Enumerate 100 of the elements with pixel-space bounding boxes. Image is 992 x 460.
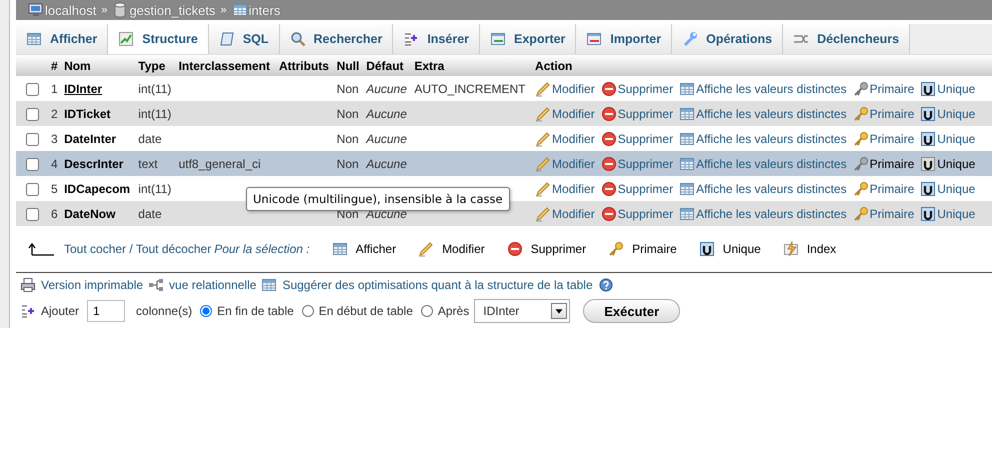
breadcrumb-link[interactable]: localhost (45, 2, 96, 18)
action-link[interactable]: Primaire (852, 156, 914, 172)
action-link[interactable]: Primaire (852, 206, 914, 222)
row-checkbox[interactable] (26, 208, 38, 221)
add-label: Ajouter (41, 304, 80, 318)
no-entry-icon (600, 156, 617, 172)
action-link[interactable]: Supprimer (600, 206, 674, 222)
bulk-action-button[interactable]: Primaire (608, 241, 677, 257)
u-square-icon (920, 106, 936, 122)
corner-arrow-icon (28, 242, 54, 256)
help-icon[interactable] (598, 277, 614, 293)
table-icon (332, 241, 348, 257)
tab[interactable]: Afficher (16, 24, 108, 54)
action-link[interactable]: Unique (920, 156, 976, 172)
field-name[interactable]: DateInter (64, 132, 116, 146)
with-selected-label: Pour la sélection : (214, 242, 310, 256)
bulk-action-button[interactable]: Index (782, 241, 836, 257)
option-link[interactable]: Version imprimable (41, 278, 144, 292)
tab[interactable]: Déclencheurs (783, 24, 910, 54)
field-default: Aucune (366, 156, 407, 170)
tab[interactable]: Rechercher (280, 24, 394, 54)
field-name[interactable]: IDInter (64, 82, 102, 96)
row-number: 5 (51, 182, 58, 196)
field-type: date (138, 206, 162, 220)
field-extra: AUTO_INCREMENT (414, 82, 526, 96)
tab[interactable]: Importer (576, 24, 672, 54)
action-link[interactable]: Modifier (535, 206, 595, 222)
action-link[interactable]: Unique (920, 130, 976, 146)
pencil-icon (535, 156, 552, 172)
action-link[interactable]: Modifier (535, 106, 595, 122)
add-column-icon (20, 303, 36, 319)
action-link[interactable]: Modifier (535, 130, 595, 146)
row-number: 6 (51, 206, 58, 220)
row-checkbox[interactable] (26, 132, 38, 146)
action-link[interactable]: Primaire (852, 80, 914, 96)
field-collation: utf8_general_ci (178, 156, 261, 170)
position-radio[interactable] (200, 305, 212, 317)
execute-button[interactable]: Exécuter (583, 299, 680, 323)
u-square-icon (920, 180, 936, 196)
column-header: Interclassement (176, 55, 276, 76)
action-link[interactable]: Supprimer (600, 106, 674, 122)
action-link[interactable]: Affiche les valeurs distinctes (679, 206, 847, 222)
field-name[interactable]: IDCapecom (64, 182, 130, 196)
action-link[interactable]: Supprimer (600, 180, 674, 196)
bulk-action-button[interactable]: Afficher (332, 241, 396, 257)
breadcrumb-separator: » (101, 4, 108, 16)
key-icon (852, 180, 869, 196)
action-link[interactable]: Supprimer (600, 156, 674, 172)
action-link[interactable]: Unique (920, 106, 976, 122)
row-number: 2 (51, 106, 58, 120)
no-entry-icon (506, 241, 523, 257)
action-link[interactable]: Modifier (535, 180, 595, 196)
action-link[interactable]: Primaire (852, 180, 914, 196)
table-icon (679, 206, 696, 222)
tab[interactable]: SQL (208, 24, 280, 54)
action-link[interactable]: Affiche les valeurs distinctes (679, 130, 847, 146)
tab[interactable]: Insérer (393, 24, 480, 54)
action-link[interactable]: Modifier (535, 80, 595, 96)
check-all-link[interactable]: Tout cocher / Tout décocher (64, 242, 212, 256)
action-link[interactable]: Unique (920, 206, 976, 222)
action-link[interactable]: Unique (920, 180, 976, 196)
action-link[interactable]: Supprimer (600, 80, 674, 96)
header-cell (16, 55, 48, 76)
bulk-action-button[interactable]: Supprimer (506, 241, 586, 257)
tab[interactable]: Exporter (480, 24, 576, 54)
breadcrumb-link[interactable]: inters (248, 2, 280, 18)
pencil-icon (418, 241, 434, 257)
column-count-field[interactable]: 1 (87, 300, 126, 322)
position-radio[interactable] (420, 305, 433, 317)
field-default: Aucune (366, 82, 407, 96)
table-bolt-icon (782, 241, 799, 257)
action-link[interactable]: Affiche les valeurs distinctes (679, 106, 847, 122)
action-link[interactable]: Affiche les valeurs distinctes (679, 180, 847, 196)
field-select[interactable]: IDInter (474, 299, 570, 323)
breadcrumb-link[interactable]: gestion_tickets (129, 2, 216, 18)
field-null: Non (336, 156, 359, 170)
action-link[interactable]: Supprimer (600, 130, 674, 146)
action-link[interactable]: Primaire (852, 130, 914, 146)
row-checkbox[interactable] (26, 82, 38, 96)
action-link[interactable]: Primaire (852, 106, 914, 122)
tab[interactable]: Opérations (672, 24, 784, 54)
tab[interactable]: Structure (108, 24, 209, 54)
option-link[interactable]: vue relationnelle (169, 278, 256, 292)
row-checkbox[interactable] (26, 182, 38, 196)
action-link[interactable]: Modifier (535, 156, 595, 172)
bulk-action-button[interactable]: Modifier (418, 241, 485, 257)
database-icon (112, 2, 128, 18)
field-null: Non (336, 82, 359, 96)
row-checkbox[interactable] (26, 158, 38, 171)
u-square-icon (920, 80, 936, 96)
position-radio[interactable] (302, 305, 314, 317)
row-checkbox[interactable] (26, 108, 38, 121)
caret-icon[interactable] (551, 303, 568, 319)
no-entry-icon (600, 106, 617, 122)
u-square-icon (920, 130, 936, 146)
action-link[interactable]: Affiche les valeurs distinctes (679, 156, 847, 172)
action-link[interactable]: Unique (920, 80, 976, 96)
action-link[interactable]: Affiche les valeurs distinctes (679, 80, 847, 96)
bulk-action-button[interactable]: Unique (698, 241, 761, 257)
option-link[interactable]: Suggérer des optimisations quant à la structure de la table (282, 278, 593, 292)
